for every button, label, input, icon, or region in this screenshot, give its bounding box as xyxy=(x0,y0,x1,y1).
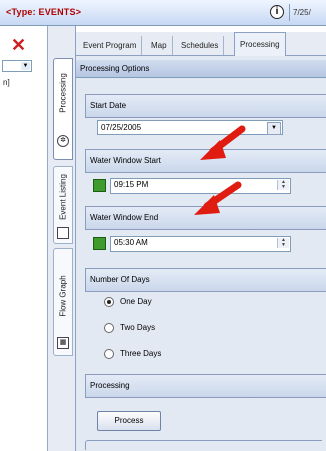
arrow-icon xyxy=(194,181,242,215)
arrow-icon xyxy=(200,125,246,160)
annotation-arrows xyxy=(194,125,246,215)
